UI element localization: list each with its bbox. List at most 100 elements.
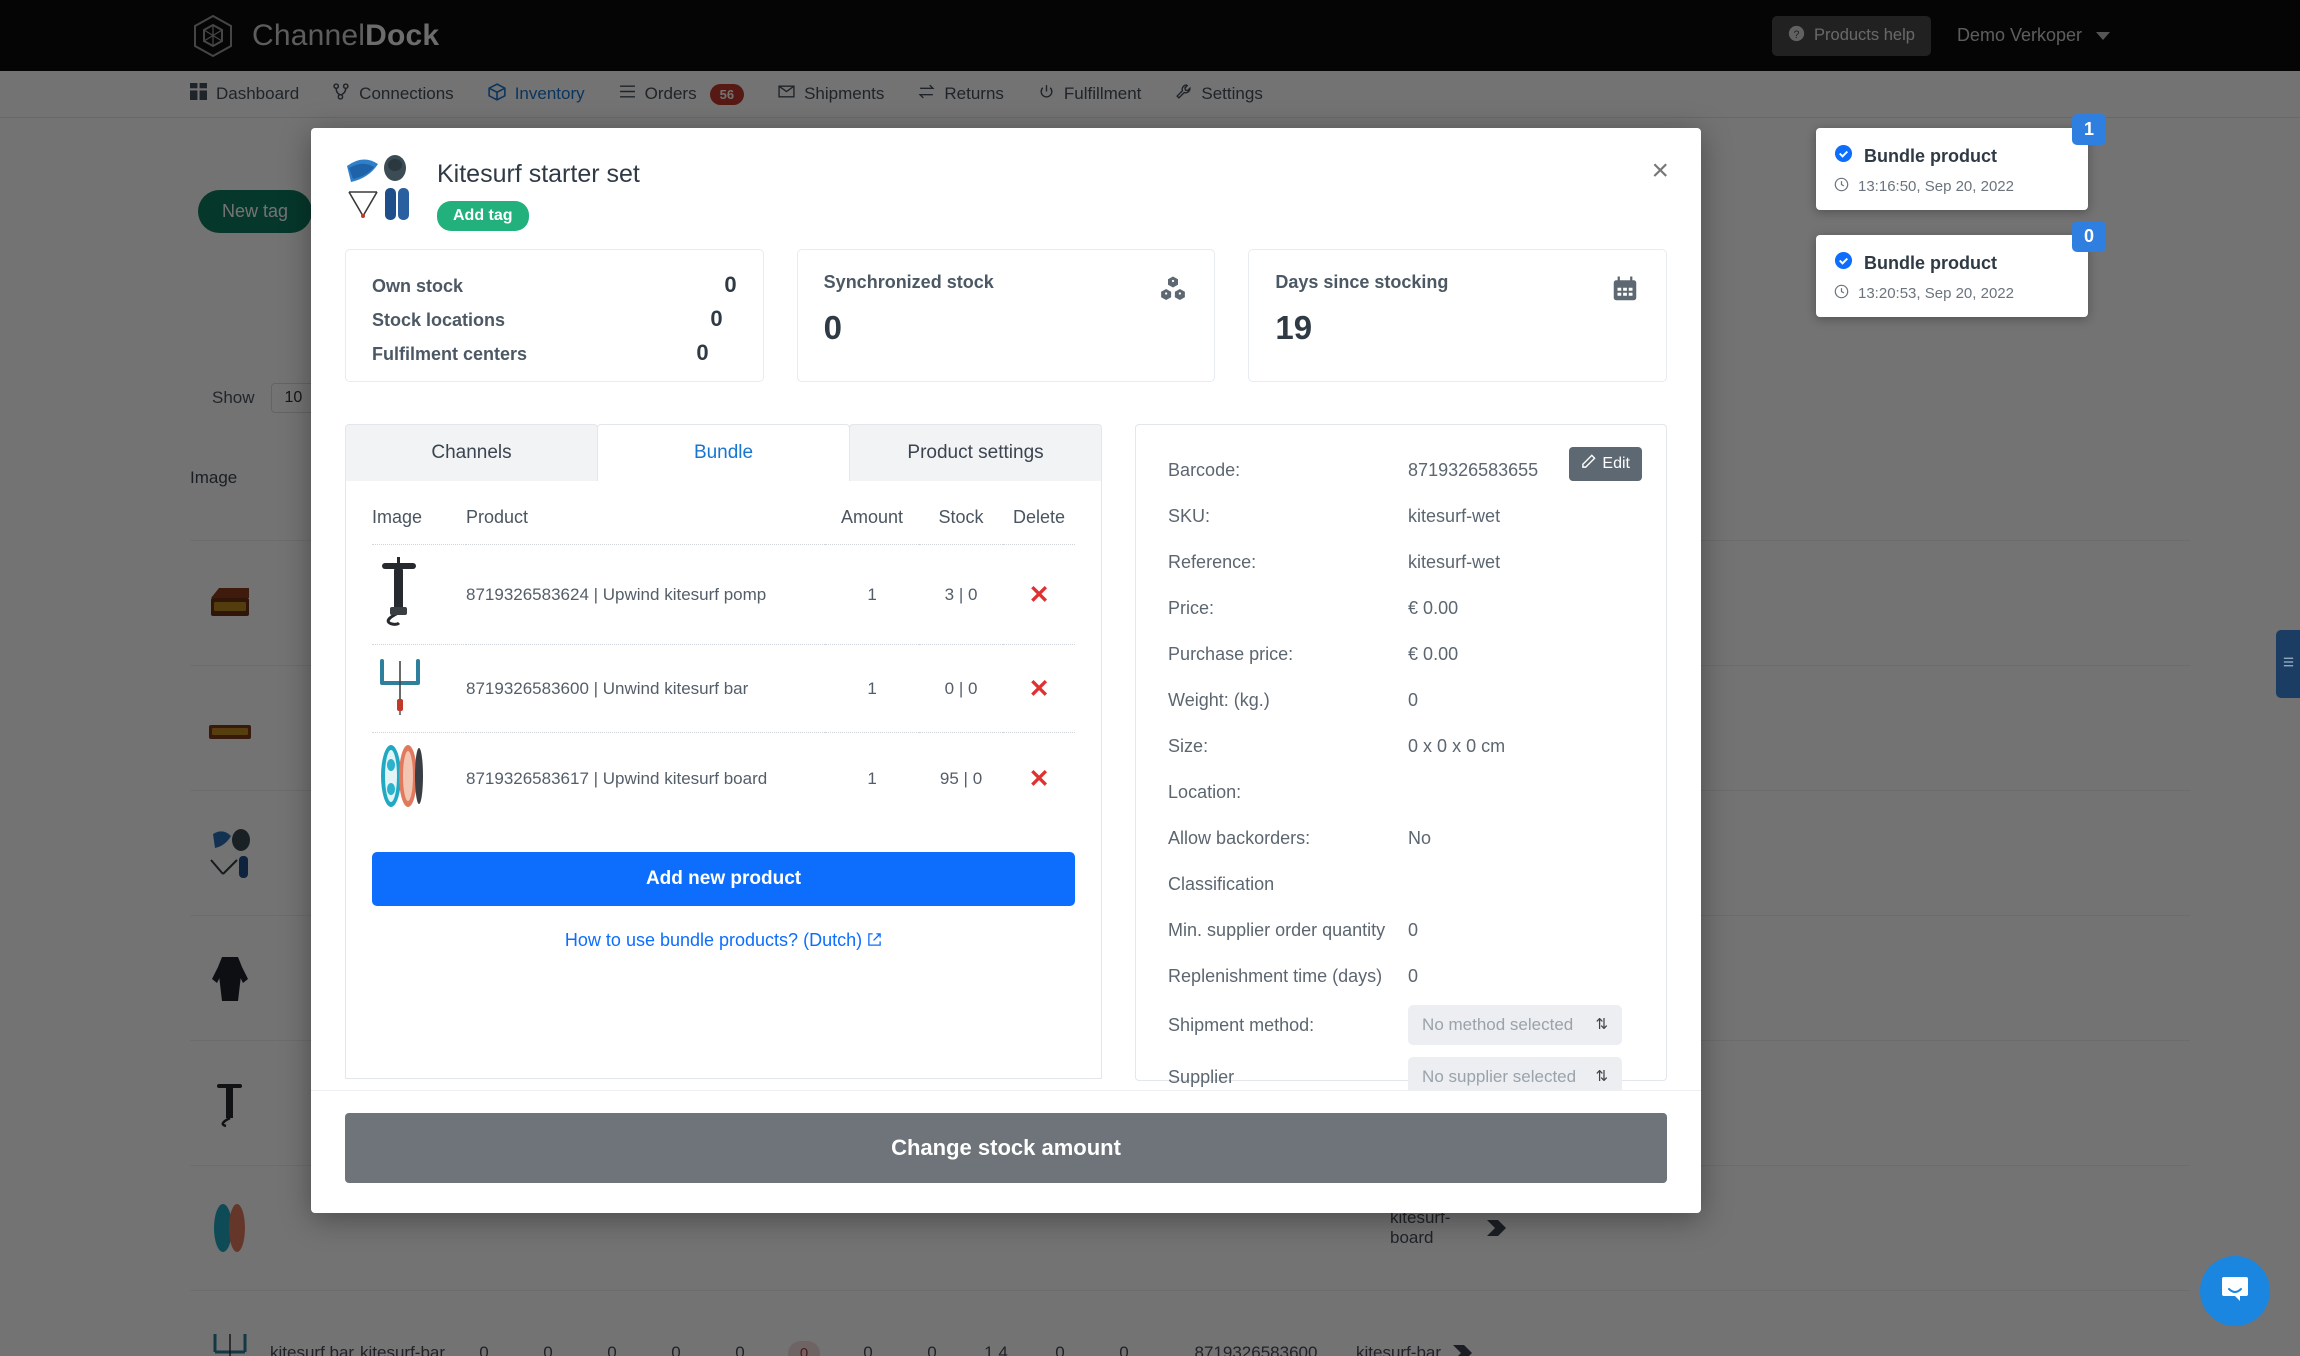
detail-row-barcode: Barcode: 8719326583655 (1168, 453, 1634, 487)
detail-value: 0 (1408, 689, 1419, 710)
modal-header: Kitesurf starter set Add tag × (311, 128, 1701, 249)
detail-value: 0 x 0 x 0 cm (1408, 735, 1506, 756)
synchronized-stock-label: Synchronized stock (823, 272, 994, 292)
bundle-row-amount: 1 (825, 544, 920, 645)
toast-timestamp: 13:20:53, Sep 20, 2022 (1858, 285, 2014, 302)
detail-row-reference: Reference: kitesurf-wet (1168, 545, 1634, 579)
delete-x-icon[interactable]: ✕ (1029, 581, 1050, 609)
detail-row-allow-backorders: Allow backorders: No (1168, 821, 1634, 855)
bundle-col-image: Image (372, 507, 423, 527)
fulfilment-centers-value: 0 (696, 340, 709, 365)
tab-channels[interactable]: Channels (345, 424, 599, 481)
edit-button[interactable]: Edit (1569, 447, 1642, 481)
bundle-row-thumb (372, 644, 466, 733)
detail-label: Supplier (1168, 1066, 1235, 1087)
check-circle-icon (1834, 251, 1853, 275)
toast-count-badge: 1 (2071, 114, 2106, 145)
product-details-pane: Edit Barcode: 8719326583655 SKU: kitesur… (1135, 424, 1667, 1090)
detail-value: No (1408, 827, 1432, 848)
toast-title: Bundle product (1864, 252, 1997, 273)
toast-notification[interactable]: 0 Bundle product 13:20:53, Sep 20, 2022 (1816, 221, 2106, 317)
external-link-icon (867, 930, 882, 950)
toast-container: 1 Bundle product 13:16:50, Sep 20, 2022 … (1816, 114, 2106, 342)
clock-icon (1834, 284, 1849, 303)
stock-locations-label: Stock locations (372, 310, 506, 330)
edit-button-label: Edit (1602, 455, 1630, 472)
toast-time-row: 13:20:53, Sep 20, 2022 (1834, 284, 2070, 303)
modal-footer: Change stock amount (311, 1090, 1701, 1213)
own-stock-line: Own stock 0 (372, 272, 737, 298)
chat-bubble-icon (2217, 1271, 2253, 1312)
detail-label: Shipment method: (1168, 1014, 1315, 1035)
shipment-method-value: No method selected (1422, 1015, 1574, 1034)
bundle-row-product: 8719326583617 | Upwind kitesurf board (466, 732, 826, 824)
detail-row-min-supplier-order-quantity: Min. supplier order quantity 0 (1168, 913, 1634, 947)
toast-timestamp: 13:16:50, Sep 20, 2022 (1858, 178, 2014, 195)
close-icon[interactable]: × (1651, 156, 1669, 186)
bundle-row-product: 8719326583624 | Upwind kitesurf pomp (466, 544, 826, 645)
change-stock-amount-button[interactable]: Change stock amount (345, 1113, 1667, 1183)
detail-value: 0 (1408, 919, 1419, 940)
bundle-row-delete-button[interactable]: ✕ (1003, 544, 1076, 645)
bundle-products-table: Image Product Amount Stock Delete 871932… (372, 507, 1076, 824)
bundle-col-stock: Stock (938, 507, 984, 527)
delete-x-icon[interactable]: ✕ (1029, 675, 1050, 703)
days-since-stocking-label: Days since stocking (1275, 272, 1449, 292)
add-tag-button[interactable]: Add tag (437, 201, 529, 231)
table-row: 8719326583624 | Upwind kitesurf pomp 1 3… (372, 544, 1076, 645)
detail-value: kitesurf-wet (1408, 505, 1501, 526)
tab-bar: Channels Bundle Product settings (345, 424, 1103, 481)
bundle-row-amount: 1 (825, 644, 920, 733)
chevron-updown-icon: ⇅ (1595, 1016, 1609, 1034)
days-since-stocking-card: Days since stocking 19 (1248, 249, 1668, 382)
bundle-row-stock: 0 | 0 (919, 644, 1004, 733)
synchronized-stock-value: 0 (823, 309, 843, 346)
check-circle-icon (1834, 144, 1853, 168)
add-new-product-button[interactable]: Add new product (372, 852, 1076, 906)
detail-row-classification: Classification (1168, 867, 1634, 901)
bundle-row-stock: 3 | 0 (919, 544, 1004, 645)
toast-time-row: 13:16:50, Sep 20, 2022 (1834, 177, 2070, 196)
bundle-col-product: Product (466, 507, 529, 527)
days-since-stocking-value: 19 (1275, 309, 1313, 346)
detail-label: Reference: (1168, 551, 1257, 572)
detail-label: Location: (1168, 781, 1242, 802)
cubes-icon (1158, 274, 1188, 309)
toast-title-row: Bundle product (1834, 251, 2070, 275)
clock-icon (1834, 177, 1849, 196)
bundle-howto-link[interactable]: How to use bundle products? (Dutch) (372, 930, 1075, 951)
stat-cards-row: Own stock 0 Stock locations 0 Fulfilment… (345, 249, 1668, 382)
delete-x-icon[interactable]: ✕ (1029, 765, 1050, 793)
bundle-row-delete-button[interactable]: ✕ (1003, 644, 1076, 733)
calendar-icon (1610, 274, 1640, 309)
bundle-row-delete-button[interactable]: ✕ (1003, 732, 1076, 824)
side-panel-toggle[interactable] (2276, 630, 2300, 698)
detail-label: Price: (1168, 597, 1215, 618)
tab-product-settings[interactable]: Product settings (849, 424, 1103, 481)
detail-row-sku: SKU: kitesurf-wet (1168, 499, 1634, 533)
tab-bundle[interactable]: Bundle (597, 424, 851, 481)
synchronized-stock-card: Synchronized stock 0 (796, 249, 1216, 382)
chevron-updown-icon: ⇅ (1595, 1068, 1609, 1086)
bundle-table-header-row: Image Product Amount Stock Delete (372, 507, 1075, 545)
toast-count-badge: 0 (2071, 221, 2106, 252)
own-stock-value: 0 (724, 272, 737, 297)
pencil-icon (1581, 454, 1597, 474)
own-stock-card: Own stock 0 Stock locations 0 Fulfilment… (345, 249, 764, 382)
toast-notification[interactable]: 1 Bundle product 13:16:50, Sep 20, 2022 (1816, 114, 2106, 210)
shipment-method-select[interactable]: No method selected ⇅ (1408, 1005, 1623, 1045)
modal-body: Own stock 0 Stock locations 0 Fulfilment… (311, 249, 1701, 1090)
toast-title-row: Bundle product (1834, 144, 2070, 168)
detail-label: SKU: (1168, 505, 1211, 526)
detail-row-location: Location: (1168, 775, 1634, 809)
detail-row-price: Price: € 0.00 (1168, 591, 1634, 625)
chat-launcher-button[interactable] (2200, 1256, 2270, 1326)
detail-value: 0 (1408, 965, 1419, 986)
detail-row-purchase-price: Purchase price: € 0.00 (1168, 637, 1634, 671)
detail-row-size: Size: 0 x 0 x 0 cm (1168, 729, 1634, 763)
detail-label: Size: (1168, 735, 1209, 756)
detail-value: € 0.00 (1408, 597, 1459, 618)
detail-label: Replenishment time (days) (1168, 965, 1383, 986)
menu-lines-icon (2282, 654, 2295, 675)
supplier-select[interactable]: No supplier selected ⇅ (1408, 1057, 1623, 1090)
